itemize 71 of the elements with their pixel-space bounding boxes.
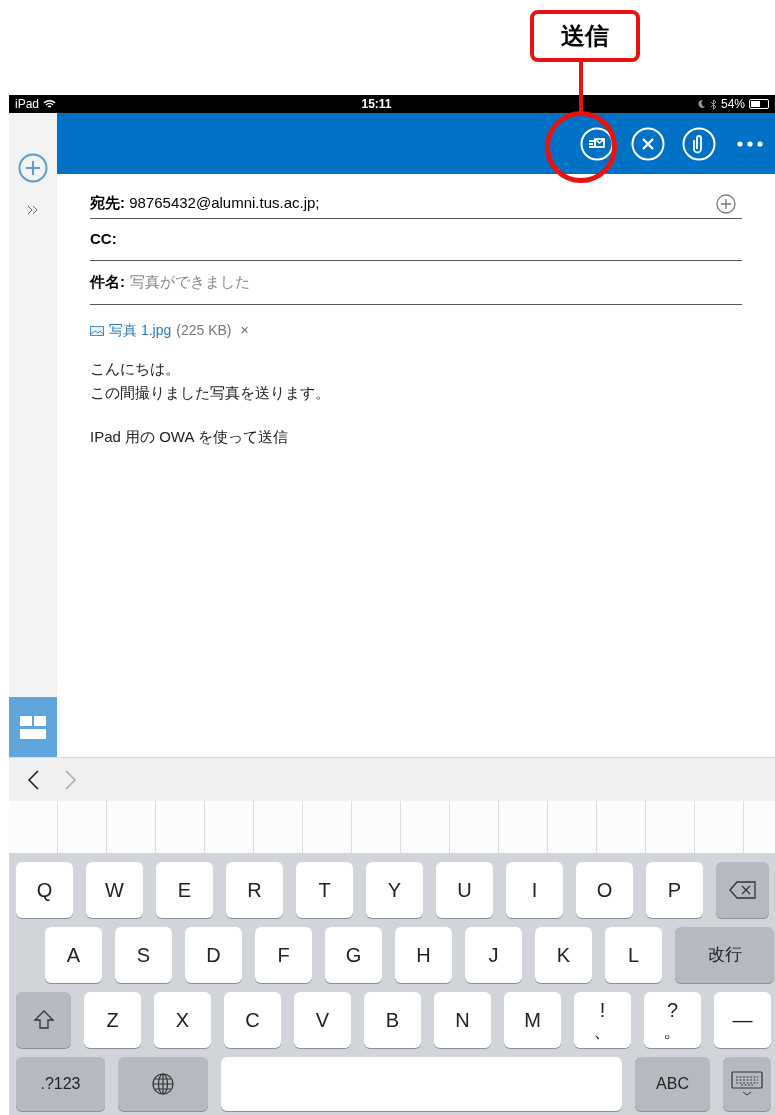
shift-key[interactable] (16, 992, 71, 1048)
cc-label: CC: (90, 229, 117, 250)
attachment-size: (225 KB) (176, 321, 232, 340)
tiles-button[interactable] (9, 697, 57, 757)
key[interactable]: T (296, 862, 353, 918)
key[interactable]: Y (366, 862, 423, 918)
add-recipient-icon[interactable] (716, 193, 736, 214)
key[interactable]: ! 、 (574, 992, 631, 1048)
callout-label: 送信 (530, 10, 640, 62)
attachment-link[interactable]: 写真 1.jpg (109, 320, 172, 341)
expand-icon[interactable] (27, 205, 39, 215)
key[interactable]: C (224, 992, 281, 1048)
key[interactable]: A (45, 927, 102, 983)
hide-keyboard-key[interactable] (723, 1057, 771, 1111)
battery-percentage: 54% (720, 96, 745, 113)
tiles-icon (19, 713, 47, 741)
key[interactable]: P (646, 862, 703, 918)
shift-arrow-icon (32, 1010, 55, 1030)
body-line: こんにちは。 (90, 359, 181, 379)
backspace-key[interactable] (716, 862, 769, 918)
mode-key[interactable]: .?123 (16, 1057, 105, 1111)
compose-plus-icon[interactable] (18, 153, 48, 183)
clock: 15:11 (361, 96, 392, 113)
key[interactable]: — (714, 992, 771, 1048)
body-line: この間撮りました写真を送ります。 (90, 383, 331, 403)
key[interactable]: B (364, 992, 421, 1048)
key[interactable]: V (294, 992, 351, 1048)
device-name: iPad (15, 96, 40, 113)
key[interactable]: R (226, 862, 283, 918)
to-field[interactable]: 宛先: 98765432@alumni.tus.ac.jp; (90, 189, 742, 219)
key[interactable]: ? 。 (644, 992, 701, 1048)
wifi-icon (43, 99, 57, 109)
backspace-icon (728, 881, 757, 899)
key[interactable]: F (255, 927, 312, 983)
globe-key[interactable] (118, 1057, 208, 1111)
subject-field[interactable]: 件名: 写真ができました (90, 261, 742, 305)
attach-button[interactable] (682, 126, 716, 161)
to-text: 宛先: 98765432@alumni.tus.ac.jp; (90, 193, 320, 214)
keyboard-icon (731, 1071, 763, 1097)
bluetooth-icon (709, 98, 717, 110)
mode-key[interactable]: ABC (635, 1057, 710, 1111)
key[interactable]: Z (84, 992, 141, 1048)
key[interactable]: Q (16, 862, 73, 918)
key[interactable]: M (504, 992, 561, 1048)
cc-field[interactable]: CC: (90, 219, 742, 261)
moon-icon (696, 99, 706, 109)
key[interactable]: S (115, 927, 172, 983)
key[interactable]: J (465, 927, 522, 983)
subject-label: 件名: (90, 272, 125, 293)
body-line: IPad 用の OWA を使って送信 (90, 427, 289, 447)
return-key[interactable]: 改行 (675, 927, 774, 983)
discard-button[interactable] (631, 126, 665, 161)
key[interactable]: L (605, 927, 662, 983)
key[interactable]: X (154, 992, 211, 1048)
battery-icon (749, 99, 769, 109)
key[interactable]: K (535, 927, 592, 983)
more-icon (737, 140, 763, 147)
image-file-icon (90, 325, 104, 336)
key[interactable]: H (395, 927, 452, 983)
key[interactable]: U (436, 862, 493, 918)
remove-attachment-button[interactable]: × (240, 320, 249, 341)
subject-text: 写真ができました (130, 272, 250, 293)
key[interactable]: O (576, 862, 633, 918)
send-button[interactable] (580, 126, 614, 161)
key[interactable]: W (86, 862, 143, 918)
key[interactable]: N (434, 992, 491, 1048)
key[interactable]: D (185, 927, 242, 983)
globe-icon (152, 1073, 174, 1095)
key[interactable]: G (325, 927, 382, 983)
key[interactable]: I (506, 862, 563, 918)
key[interactable]: E (156, 862, 213, 918)
